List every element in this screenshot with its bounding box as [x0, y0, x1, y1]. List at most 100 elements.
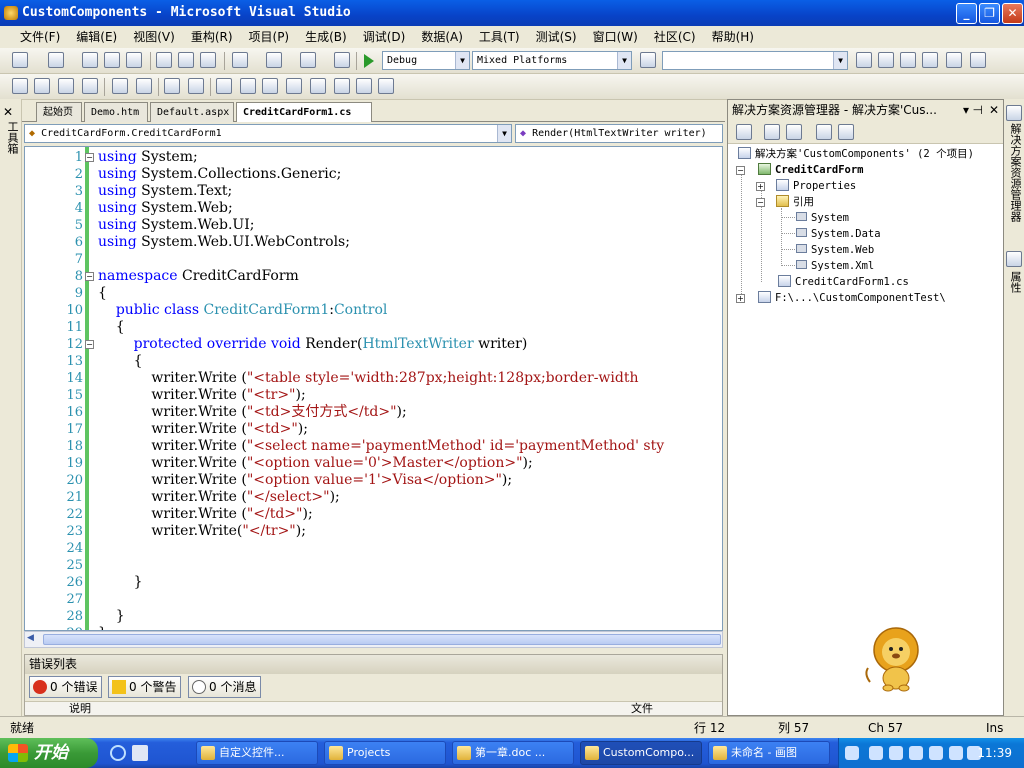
- menu-item-10[interactable]: 窗口(W): [585, 26, 646, 48]
- save-all-icon[interactable]: [126, 52, 142, 68]
- redo-icon[interactable]: [266, 52, 282, 68]
- taskbar-button-0[interactable]: 自定义控件...: [196, 741, 318, 765]
- navigate-backward-icon[interactable]: [300, 52, 316, 68]
- previous-bookmark-folder-icon[interactable]: [286, 78, 302, 94]
- start-page-icon[interactable]: [946, 52, 962, 68]
- messages-filter-button[interactable]: 0 个消息: [188, 676, 262, 698]
- document-tab-0[interactable]: 起始页: [36, 102, 82, 122]
- keyboard-icon[interactable]: [845, 746, 859, 760]
- properties-node[interactable]: Properties: [776, 178, 856, 194]
- antivirus-icon[interactable]: [929, 746, 943, 760]
- close-button[interactable]: ✕: [1002, 3, 1023, 24]
- parameter-info-icon[interactable]: [34, 78, 50, 94]
- menu-item-7[interactable]: 数据(A): [413, 26, 471, 48]
- project-node[interactable]: CreditCardForm: [758, 162, 864, 178]
- toolbox-tab[interactable]: 工具箱: [4, 121, 20, 154]
- type-select[interactable]: ◆ CreditCardForm.CreditCardForm1 ▼: [24, 124, 512, 143]
- copy-icon[interactable]: [178, 52, 194, 68]
- clear-bookmarks-icon[interactable]: [378, 78, 394, 94]
- cut-icon[interactable]: [156, 52, 172, 68]
- scrollbar-thumb[interactable]: [43, 634, 721, 645]
- uncomment-lines-icon[interactable]: [188, 78, 204, 94]
- document-tab-3[interactable]: CreditCardForm1.cs: [236, 102, 372, 123]
- horizontal-scrollbar[interactable]: ◀: [24, 631, 723, 648]
- quick-info-icon[interactable]: [58, 78, 74, 94]
- expand-toggle[interactable]: +: [756, 182, 765, 191]
- menu-item-3[interactable]: 重构(R): [183, 26, 241, 48]
- reference-item[interactable]: System.Web: [796, 242, 874, 258]
- next-bookmark-icon[interactable]: [262, 78, 278, 94]
- properties-tab[interactable]: 属性: [1007, 271, 1023, 293]
- toolbox-icon[interactable]: [922, 52, 938, 68]
- object-browser-icon[interactable]: [900, 52, 916, 68]
- dropdown-icon[interactable]: ▾: [963, 100, 969, 120]
- file-node[interactable]: CreditCardForm1.cs: [778, 274, 909, 290]
- start-button[interactable]: 开始: [0, 738, 98, 768]
- expand-toggle[interactable]: +: [736, 294, 745, 303]
- pin-icon[interactable]: ⊣: [973, 100, 983, 120]
- new-project-icon[interactable]: [12, 52, 28, 68]
- refresh-icon[interactable]: [786, 124, 802, 140]
- menu-item-5[interactable]: 生成(B): [297, 26, 355, 48]
- warnings-filter-button[interactable]: 0 个警告: [108, 676, 182, 698]
- network-icon[interactable]: [889, 746, 903, 760]
- toggle-bookmark-icon[interactable]: [216, 78, 232, 94]
- comment-lines-icon[interactable]: [164, 78, 180, 94]
- reference-item[interactable]: System.Xml: [796, 258, 874, 274]
- volume-icon[interactable]: [949, 746, 963, 760]
- menu-item-0[interactable]: 文件(F): [12, 26, 68, 48]
- decrease-indent-icon[interactable]: [112, 78, 128, 94]
- properties-icon[interactable]: [736, 124, 752, 140]
- taskbar-button-1[interactable]: Projects: [324, 741, 446, 765]
- reference-item[interactable]: System: [796, 210, 849, 226]
- solution-configuration-select[interactable]: Debug ▼: [382, 51, 470, 70]
- solution-node[interactable]: 解决方案'CustomComponents' (2 个项目): [738, 146, 974, 162]
- properties-window-icon[interactable]: [878, 52, 894, 68]
- menu-item-9[interactable]: 测试(S): [528, 26, 585, 48]
- display-object-members-icon[interactable]: [12, 78, 28, 94]
- outline-collapse-toggle[interactable]: −: [85, 153, 94, 162]
- increase-indent-icon[interactable]: [136, 78, 152, 94]
- references-node[interactable]: 引用: [776, 194, 814, 210]
- file-column-header[interactable]: 文件: [631, 702, 653, 716]
- member-select[interactable]: ◆ Render(HtmlTextWriter writer): [515, 124, 723, 143]
- outline-collapse-toggle[interactable]: −: [85, 340, 94, 349]
- add-item-icon[interactable]: [48, 52, 64, 68]
- previous-bookmark-document-icon[interactable]: [334, 78, 350, 94]
- document-tab-2[interactable]: Default.aspx: [150, 102, 234, 122]
- solution-explorer-tab[interactable]: 解决方案资源管理器: [1007, 123, 1023, 222]
- errors-filter-button[interactable]: 0 个错误: [29, 676, 103, 698]
- menu-item-11[interactable]: 社区(C): [646, 26, 704, 48]
- menu-item-1[interactable]: 编辑(E): [68, 26, 125, 48]
- complete-word-icon[interactable]: [82, 78, 98, 94]
- show-all-files-icon[interactable]: [764, 124, 780, 140]
- code-editor[interactable]: 1− using System; 2 using System.Collections…: [24, 146, 723, 631]
- menu-item-2[interactable]: 视图(V): [125, 26, 183, 48]
- find-combo[interactable]: ▼: [662, 51, 848, 70]
- title-bar[interactable]: CustomComponents - Microsoft Visual Stud…: [0, 0, 1024, 26]
- next-bookmark-folder-icon[interactable]: [310, 78, 326, 94]
- previous-bookmark-icon[interactable]: [240, 78, 256, 94]
- reference-item[interactable]: System.Data: [796, 226, 881, 242]
- navigate-forward-icon[interactable]: [334, 52, 350, 68]
- document-tab-1[interactable]: Demo.htm: [84, 102, 148, 122]
- show-desktop-icon[interactable]: [132, 745, 148, 761]
- start-debugging-icon[interactable]: [364, 54, 374, 68]
- outline-collapse-toggle[interactable]: −: [85, 272, 94, 281]
- help-icon[interactable]: [869, 746, 883, 760]
- undo-icon[interactable]: [232, 52, 248, 68]
- view-code-icon[interactable]: [816, 124, 832, 140]
- menu-item-4[interactable]: 项目(P): [241, 26, 298, 48]
- paste-icon[interactable]: [200, 52, 216, 68]
- taskbar-button-3[interactable]: CustomCompo...: [580, 741, 702, 765]
- solution-explorer-icon[interactable]: [856, 52, 872, 68]
- safely-remove-hardware-icon[interactable]: [909, 746, 923, 760]
- solution-platform-select[interactable]: Mixed Platforms ▼: [472, 51, 632, 70]
- toolbox-strip[interactable]: ✕ 工具箱: [0, 99, 22, 716]
- taskbar-button-4[interactable]: 未命名 - 画图: [708, 741, 830, 765]
- command-window-icon[interactable]: [970, 52, 986, 68]
- next-bookmark-document-icon[interactable]: [356, 78, 372, 94]
- collapse-toggle[interactable]: −: [736, 166, 745, 175]
- open-file-icon[interactable]: [82, 52, 98, 68]
- scroll-left-icon[interactable]: ◀: [27, 633, 34, 643]
